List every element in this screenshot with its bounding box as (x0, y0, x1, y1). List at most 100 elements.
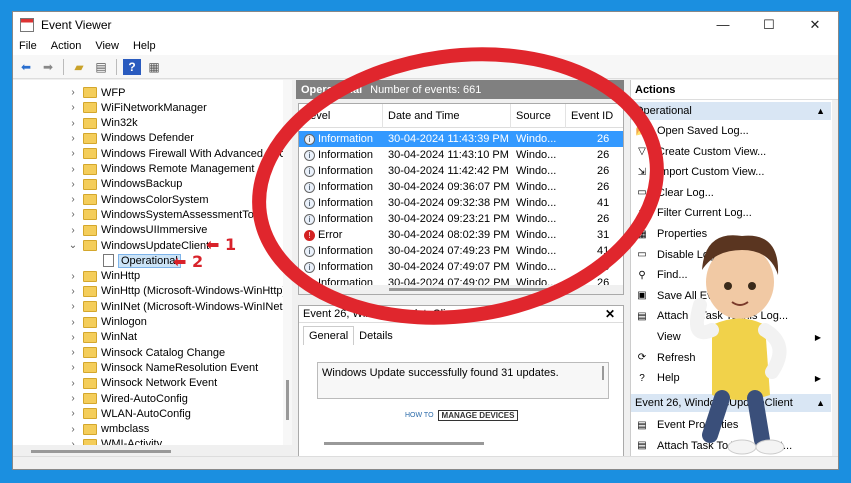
action-item[interactable]: ? Help ▶ (631, 369, 831, 387)
folder-up-icon[interactable]: ▰ (70, 59, 88, 75)
column-event-id[interactable]: Event ID (566, 104, 623, 128)
message-scrollbar[interactable] (602, 366, 604, 380)
tree-item[interactable]: › Windows Firewall With Advanced Securi (67, 146, 291, 161)
show-hide-tree-icon[interactable]: ▤ (92, 59, 110, 75)
chevron-right-icon[interactable]: › (67, 362, 79, 373)
menu-help[interactable]: Help (133, 40, 156, 52)
maximize-button[interactable]: ☐ (746, 12, 792, 37)
minimize-button[interactable]: — (700, 12, 746, 37)
tab-general[interactable]: General (303, 326, 355, 345)
chevron-right-icon[interactable]: › (67, 209, 79, 220)
scroll-thumb[interactable] (31, 450, 171, 453)
actions-group-header[interactable]: Event 26, WindowsUpdateClient ▲ (631, 394, 831, 412)
chevron-right-icon[interactable]: › (67, 286, 79, 297)
table-row[interactable]: i Information 30-04-2024 09:23:21 PM Windo.… (299, 211, 623, 227)
chevron-right-icon[interactable]: › (67, 164, 79, 175)
scroll-thumb[interactable] (286, 380, 289, 420)
chevron-right-icon[interactable]: › (67, 347, 79, 358)
chevron-right-icon[interactable]: › (67, 102, 79, 113)
table-row[interactable]: i Information 30-04-2024 07:49:23 PM Windo.… (299, 243, 623, 259)
collapse-icon[interactable]: ▲ (816, 106, 825, 116)
tree-item[interactable]: › Winsock Catalog Change (67, 345, 225, 360)
tree-item[interactable]: ⌄ WindowsUpdateClient (67, 238, 209, 253)
table-row[interactable]: ! Error 30-04-2024 08:02:39 PM Windo... 31 (299, 227, 623, 243)
chevron-right-icon[interactable]: › (67, 133, 79, 144)
chevron-right-icon[interactable]: › (67, 118, 79, 129)
close-button[interactable]: ✕ (792, 12, 838, 37)
tree-item[interactable]: › WLAN-AutoConfig (67, 406, 191, 421)
tree-item[interactable]: › Winsock NameResolution Event (67, 360, 258, 375)
tree-item[interactable]: › WindowsBackup (67, 177, 182, 192)
tree-item[interactable]: › Wired-AutoConfig (67, 391, 188, 406)
scroll-thumb[interactable] (389, 288, 549, 291)
tree-item[interactable]: › Windows Remote Management (67, 162, 254, 177)
chevron-right-icon[interactable]: › (67, 317, 79, 328)
tree-item[interactable]: › WFP (67, 85, 125, 100)
log-tree[interactable]: › WFP › WiFiNetworkManager › Win32k › Windows D… (13, 80, 292, 445)
action-item[interactable]: ⟳ Refresh (631, 349, 831, 367)
chevron-right-icon[interactable]: › (67, 393, 79, 404)
tree-item[interactable]: › WMI-Activity (67, 437, 162, 445)
chevron-down-icon[interactable]: ⌄ (67, 240, 79, 251)
menu-action[interactable]: Action (51, 40, 82, 52)
tree-item[interactable]: › WiFiNetworkManager (67, 100, 206, 115)
chevron-right-icon[interactable]: › (67, 332, 79, 343)
tree-item[interactable]: › wmbclass (67, 422, 149, 437)
chevron-right-icon[interactable]: › (67, 194, 79, 205)
tree-item-operational[interactable]: Operational (99, 253, 181, 268)
tree-vertical-scrollbar[interactable] (283, 80, 292, 445)
action-item[interactable]: ▣ Save All Events As... (631, 287, 831, 305)
back-arrow-icon[interactable]: ⬅ (17, 59, 35, 75)
column-level[interactable]: Level (299, 104, 383, 128)
table-row[interactable]: i Information 30-04-2024 07:49:07 PM Windo.… (299, 259, 623, 275)
chevron-right-icon[interactable]: › (67, 424, 79, 435)
action-item[interactable]: ▭ Disable Log (631, 246, 831, 264)
tree-item[interactable]: › Win32k (67, 116, 137, 131)
table-row[interactable]: i Information 30-04-2024 11:43:39 PM Windo.… (299, 131, 623, 147)
tab-details[interactable]: Details (354, 327, 398, 345)
chevron-right-icon[interactable]: › (67, 271, 79, 282)
table-row[interactable]: i Information 30-04-2024 09:32:38 PM Windo.… (299, 195, 623, 211)
chevron-right-icon[interactable]: › (67, 87, 79, 98)
detail-horizontal-scrollbar[interactable] (324, 442, 484, 445)
chevron-right-icon[interactable]: › (67, 179, 79, 190)
tree-item[interactable]: › WindowsColorSystem (67, 192, 208, 207)
close-icon[interactable]: ✕ (605, 307, 615, 321)
events-table[interactable]: Level Date and Time Source Event ID i Inf… (298, 103, 624, 295)
action-item[interactable]: ▤ Event Properties (631, 416, 831, 434)
collapse-icon[interactable]: ▲ (816, 398, 825, 408)
actions-scrollbar[interactable] (832, 100, 838, 469)
tree-item[interactable]: › WinHttp (Microsoft-Windows-WinHttp) (67, 284, 286, 299)
table-row[interactable]: i Information 30-04-2024 11:42:42 PM Windo.… (299, 163, 623, 179)
tree-item[interactable]: › WindowsUIImmersive (67, 223, 207, 238)
action-item[interactable]: ▦ Properties (631, 225, 831, 243)
action-item[interactable]: ⇲ Import Custom View... (631, 163, 831, 181)
chevron-right-icon[interactable]: › (67, 301, 79, 312)
table-horizontal-scrollbar[interactable] (299, 285, 623, 294)
chevron-right-icon[interactable]: › (67, 225, 79, 236)
tree-item[interactable]: › Windows Defender (67, 131, 194, 146)
table-row[interactable]: i Information 30-04-2024 09:36:07 PM Windo.… (299, 179, 623, 195)
tree-item[interactable]: › WindowsSystemAssessmentTool (67, 207, 262, 222)
column-source[interactable]: Source (511, 104, 566, 128)
chevron-right-icon[interactable]: › (67, 408, 79, 419)
tree-item[interactable]: › Winsock Network Event (67, 376, 217, 391)
forward-arrow-icon[interactable]: ➡ (39, 59, 57, 75)
tree-item[interactable]: › WinNat (67, 330, 137, 345)
action-item[interactable]: ⚲ Find... (631, 266, 831, 284)
action-item[interactable]: ▭ Clear Log... (631, 184, 831, 202)
action-item[interactable]: ▤ Attach Task To This Event... (631, 437, 831, 455)
chevron-right-icon[interactable]: › (67, 148, 79, 159)
actions-group-header[interactable]: Operational ▲ (631, 102, 831, 120)
help-icon[interactable]: ? (123, 58, 141, 75)
menu-view[interactable]: View (95, 40, 119, 52)
action-item[interactable]: ▼ Filter Current Log... (631, 204, 831, 222)
action-item[interactable]: 📂 Open Saved Log... (631, 122, 831, 140)
tree-item[interactable]: › WinHttp (67, 269, 140, 284)
table-row[interactable]: i Information 30-04-2024 11:43:10 PM Windo.… (299, 147, 623, 163)
tree-item[interactable]: › Winlogon (67, 315, 147, 330)
action-item[interactable]: ▽ Create Custom View... (631, 143, 831, 161)
properties-icon[interactable]: ▦ (145, 59, 163, 75)
action-item[interactable]: View ▶ (631, 328, 831, 346)
tree-item[interactable]: › WinINet (Microsoft-Windows-WinINet-C (67, 299, 291, 314)
